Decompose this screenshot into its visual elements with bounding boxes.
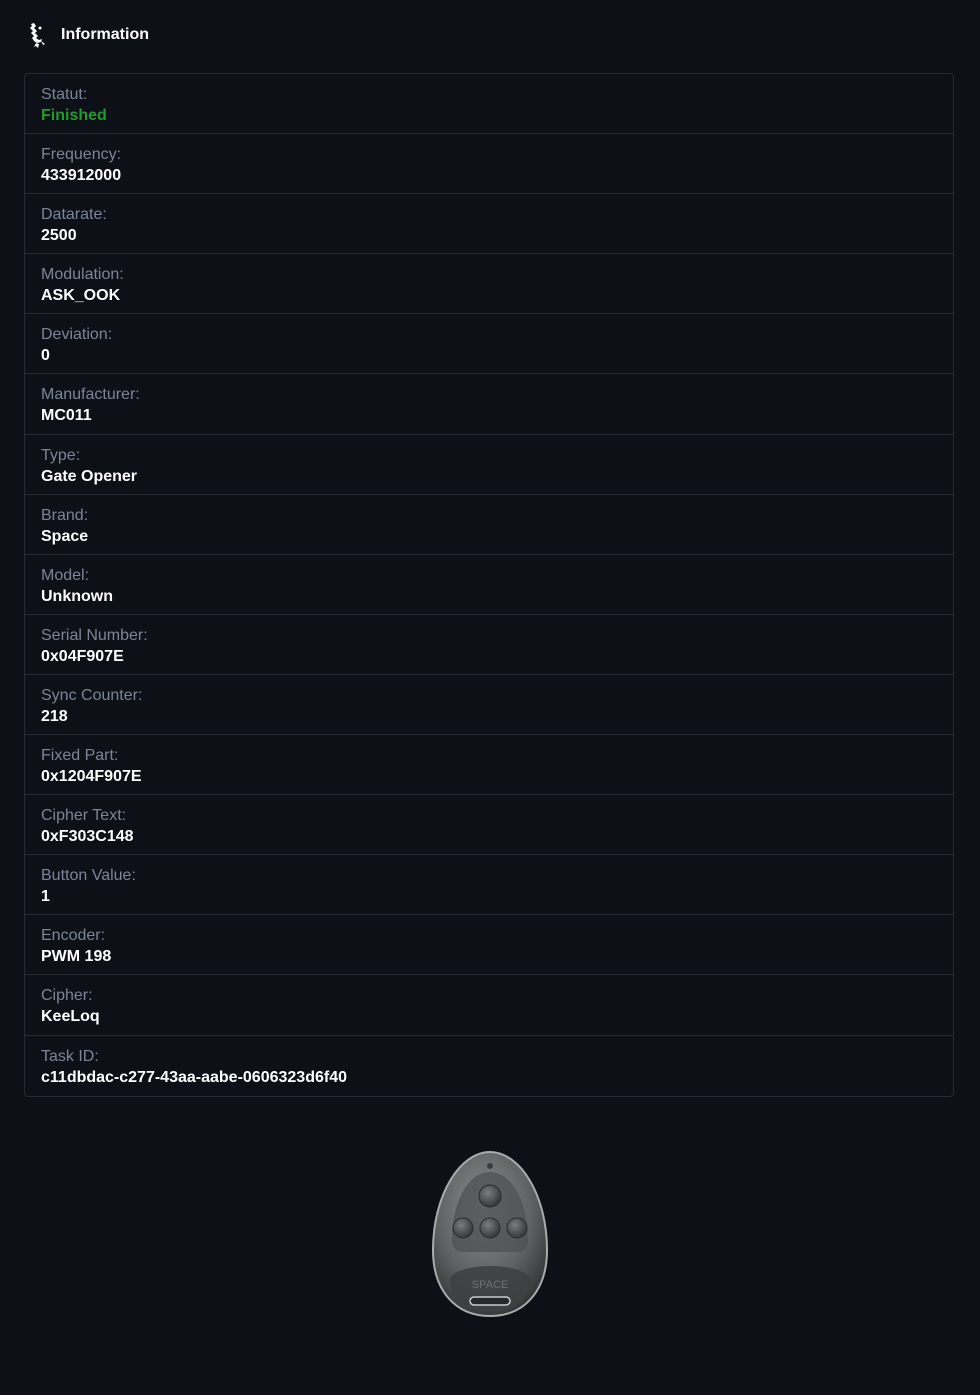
information-card: Statut: Finished Frequency: 433912000 Da… xyxy=(24,73,954,1097)
deviation-label: Deviation: xyxy=(41,326,113,344)
manufacturer-value: MC011 xyxy=(41,407,92,425)
page-header: Information xyxy=(24,20,149,50)
type-label: Type: xyxy=(41,446,81,464)
info-row-task-id: Task ID: c11dbdac-c277-43aa-aabe-0606323… xyxy=(25,1036,953,1096)
datarate-label: Datarate: xyxy=(41,206,107,224)
button-value-label: Button Value: xyxy=(41,867,136,885)
info-row-serial-number: Serial Number: 0x04F907E xyxy=(25,615,953,675)
status-label: Statut: xyxy=(41,86,88,103)
frequency-label: Frequency: xyxy=(41,146,122,164)
info-row-status: Statut: Finished xyxy=(25,74,953,135)
encoder-value: PWM 198 xyxy=(41,948,112,966)
task-id-label: Task ID: xyxy=(41,1047,99,1065)
button-value-value: 1 xyxy=(41,888,50,906)
info-row-modulation: Modulation: ASK_OOK xyxy=(25,254,953,315)
status-value: Finished xyxy=(41,107,107,124)
serial-number-value: 0x04F907E xyxy=(41,647,124,665)
serial-number-label: Serial Number: xyxy=(41,626,148,644)
page-title: Information xyxy=(61,26,149,43)
manufacturer-label: Manufacturer: xyxy=(41,386,140,404)
model-label: Model: xyxy=(41,566,90,584)
sync-counter-label: Sync Counter: xyxy=(41,686,143,704)
brand-label: Brand: xyxy=(41,506,89,524)
info-row-deviation: Deviation: 0 xyxy=(25,314,953,375)
datarate-value: 2500 xyxy=(41,227,77,245)
bird-logo-icon xyxy=(24,20,48,50)
cipher-text-value: 0xF303C148 xyxy=(41,828,134,846)
encoder-label: Encoder: xyxy=(41,927,106,945)
info-row-brand: Brand: Space xyxy=(25,495,953,555)
svg-text:SPACE: SPACE xyxy=(472,1279,508,1291)
info-row-button-value: Button Value: 1 xyxy=(25,855,953,916)
frequency-value: 433912000 xyxy=(41,167,122,185)
info-row-model: Model: Unknown xyxy=(25,555,953,615)
fixed-part-value: 0x1204F907E xyxy=(41,768,142,786)
info-row-sync-counter: Sync Counter: 218 xyxy=(25,675,953,736)
task-id-value: c11dbdac-c277-43aa-aabe-0606323d6f40 xyxy=(41,1068,347,1086)
remote-control-icon: SPACE xyxy=(430,1150,550,1320)
info-row-frequency: Frequency: 433912000 xyxy=(25,134,953,195)
deviation-value: 0 xyxy=(41,347,50,365)
info-row-cipher-text: Cipher Text: 0xF303C148 xyxy=(25,795,953,856)
info-row-type: Type: Gate Opener xyxy=(25,435,953,495)
type-value: Gate Opener xyxy=(41,467,138,485)
sync-counter-value: 218 xyxy=(41,707,68,725)
fixed-part-label: Fixed Part: xyxy=(41,747,119,765)
info-row-cipher: Cipher: KeeLoq xyxy=(25,975,953,1036)
modulation-value: ASK_OOK xyxy=(41,287,121,305)
model-value: Unknown xyxy=(41,587,113,605)
info-row-encoder: Encoder: PWM 198 xyxy=(25,915,953,976)
info-row-fixed-part: Fixed Part: 0x1204F907E xyxy=(25,735,953,796)
modulation-label: Modulation: xyxy=(41,266,124,284)
info-row-datarate: Datarate: 2500 xyxy=(25,194,953,255)
cipher-label: Cipher: xyxy=(41,987,93,1005)
brand-value: Space xyxy=(41,527,89,545)
info-row-manufacturer: Manufacturer: MC011 xyxy=(25,374,953,435)
cipher-text-label: Cipher Text: xyxy=(41,807,127,825)
cipher-value: KeeLoq xyxy=(41,1008,100,1026)
